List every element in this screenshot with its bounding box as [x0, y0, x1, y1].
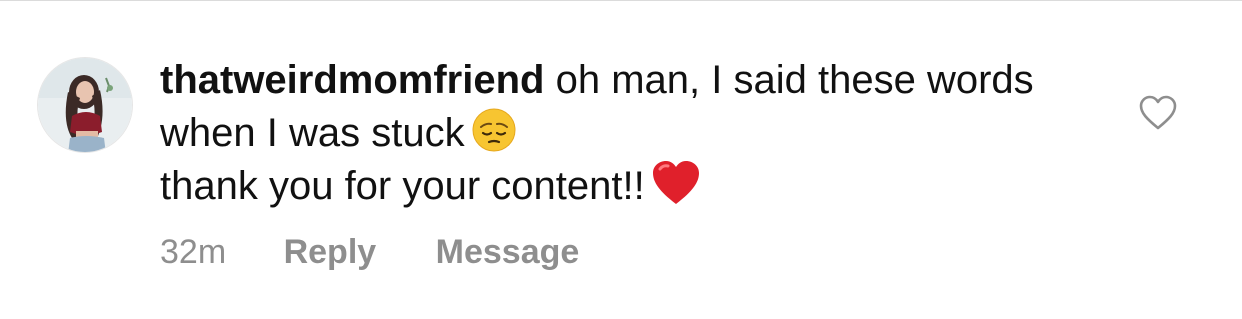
comment-item: thatweirdmomfriend oh man, I said these …	[0, 0, 1242, 319]
message-button[interactable]: Message	[436, 230, 580, 274]
like-button[interactable]	[1139, 95, 1177, 131]
avatar-image	[38, 58, 132, 152]
red-heart-emoji	[651, 160, 701, 206]
heart-outline-icon	[1139, 95, 1177, 130]
comment-meta: 32m Reply Message	[160, 230, 579, 274]
comment-username[interactable]: thatweirdmomfriend	[160, 58, 544, 102]
avatar[interactable]	[37, 57, 133, 153]
comment-timestamp: 32m	[160, 233, 227, 271]
comment-text-part2: thank you for your content!!	[160, 164, 645, 208]
pensive-face-emoji	[471, 107, 517, 153]
reply-button[interactable]: Reply	[284, 230, 377, 274]
comment-body: thatweirdmomfriend oh man, I said these …	[160, 54, 1060, 213]
